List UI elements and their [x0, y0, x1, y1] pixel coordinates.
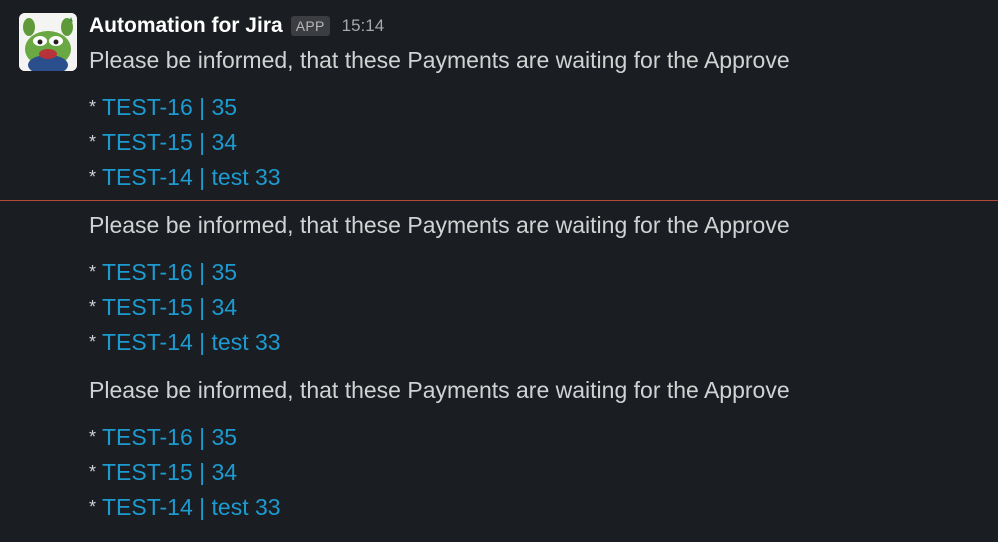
issue-link[interactable]: TEST-15 | 34 [102, 459, 237, 485]
issue-link[interactable]: TEST-16 | 35 [102, 259, 237, 285]
issue-link[interactable]: TEST-15 | 34 [102, 294, 237, 320]
bullet: * [89, 167, 97, 187]
message-header: Automation for Jira APP 15:14 [89, 10, 384, 42]
message-block: Please be informed, that these Payments … [89, 45, 969, 190]
message-text: Please be informed, that these Payments … [89, 377, 790, 403]
bullet: * [89, 462, 97, 482]
message-block: Please be informed, that these Payments … [89, 210, 969, 355]
list-item: * TEST-16 | 35 [89, 92, 237, 122]
bullet: * [89, 262, 97, 282]
new-messages-divider [0, 200, 998, 201]
list-item: * TEST-16 | 35 [89, 422, 237, 452]
issue-link[interactable]: TEST-15 | 34 [102, 129, 237, 155]
message-block: Please be informed, that these Payments … [89, 375, 969, 520]
message-text: Please be informed, that these Payments … [89, 212, 790, 238]
list-item: * TEST-15 | 34 [89, 292, 237, 322]
issue-link[interactable]: TEST-16 | 35 [102, 94, 237, 120]
sender-name[interactable]: Automation for Jira [89, 14, 283, 38]
issue-link[interactable]: TEST-14 | test 33 [102, 164, 281, 190]
message-text: Please be informed, that these Payments … [89, 47, 790, 73]
list-item: * TEST-15 | 34 [89, 457, 237, 487]
frog-avatar-icon[interactable] [19, 13, 77, 71]
issue-link[interactable]: TEST-14 | test 33 [102, 494, 281, 520]
list-item: * TEST-15 | 34 [89, 127, 237, 157]
bullet: * [89, 97, 97, 117]
bullet: * [89, 132, 97, 152]
bullet: * [89, 297, 97, 317]
list-item: * TEST-14 | test 33 [89, 162, 281, 192]
issue-link[interactable]: TEST-14 | test 33 [102, 329, 281, 355]
app-badge: APP [290, 16, 330, 36]
list-item: * TEST-14 | test 33 [89, 492, 281, 522]
issue-link[interactable]: TEST-16 | 35 [102, 424, 237, 450]
list-item: * TEST-14 | test 33 [89, 327, 281, 357]
bullet: * [89, 332, 97, 352]
list-item: * TEST-16 | 35 [89, 257, 237, 287]
bullet: * [89, 427, 97, 447]
message-timestamp[interactable]: 15:14 [342, 16, 385, 36]
message-feed: Automation for Jira APP 15:14 Please be … [0, 0, 998, 542]
bullet: * [89, 497, 97, 517]
